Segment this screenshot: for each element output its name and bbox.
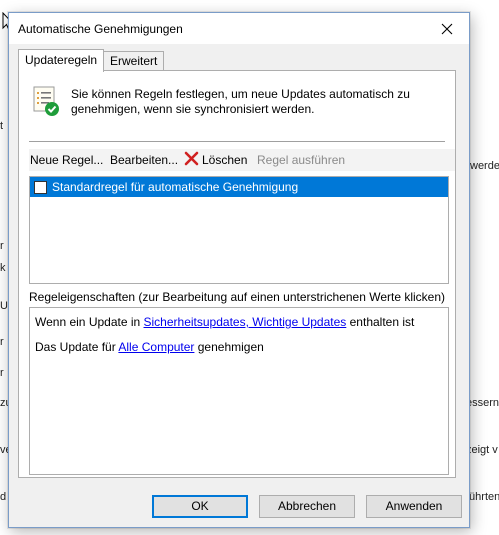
rule-enabled-checkbox[interactable] <box>34 181 47 194</box>
apply-button[interactable]: Anwenden <box>366 495 462 518</box>
rule-condition-line: Wenn ein Update in Sicherheitsupdates, W… <box>35 315 414 329</box>
background-text-fragment: U <box>0 300 8 312</box>
delete-icon <box>184 151 199 166</box>
info-text: Sie können Regeln festlegen, um neue Upd… <box>71 87 410 116</box>
dialog-title: Automatische Genehmigungen <box>18 22 183 36</box>
background-text-fragment: r <box>0 240 4 252</box>
update-classifications-link[interactable]: Sicherheitsupdates, Wichtige Updates <box>144 315 347 329</box>
rules-document-icon <box>33 86 59 116</box>
run-rule-button[interactable]: Regel ausführen <box>257 153 345 167</box>
title-bar: Automatische Genehmigungen <box>9 13 469 44</box>
background-text-fragment: werde <box>470 160 499 172</box>
new-rule-button[interactable]: Neue Regel... <box>30 153 103 167</box>
rule-list: Standardregel für automatische Genehmigu… <box>29 176 449 284</box>
list-item[interactable]: Standardregel für automatische Genehmigu… <box>30 177 448 197</box>
cancel-button[interactable]: Abbrechen <box>259 495 355 518</box>
edit-rule-button[interactable]: Bearbeiten... <box>110 153 178 167</box>
rules-toolbar: Neue Regel... Bearbeiten... Löschen Rege… <box>29 149 455 171</box>
rule-properties-label: Regeleigenschaften (zur Bearbeitung auf … <box>29 290 446 304</box>
background-text-fragment: essern <box>466 397 499 409</box>
background-text-fragment: r <box>0 367 4 379</box>
close-button[interactable] <box>425 13 469 44</box>
background-text-fragment: r <box>0 336 4 348</box>
ok-button[interactable]: OK <box>152 495 248 518</box>
tab-updateregeln[interactable]: Updateregeln <box>18 49 105 72</box>
condition-prefix: Wenn ein Update in <box>35 315 144 329</box>
computer-groups-link[interactable]: Alle Computer <box>118 340 194 354</box>
background-text-fragment: führten <box>466 491 499 503</box>
action-suffix: genehmigen <box>194 340 264 354</box>
background-text-fragment: zeigt v <box>466 444 498 456</box>
close-icon <box>441 23 453 34</box>
tab-erweitert[interactable]: Erweitert <box>103 51 165 71</box>
background-text-fragment: d <box>0 491 7 503</box>
separator <box>29 141 445 142</box>
delete-rule-button[interactable]: Löschen <box>202 153 247 167</box>
action-prefix: Das Update für <box>35 340 119 354</box>
background-text-fragment: t <box>0 120 4 132</box>
rule-properties-box: Wenn ein Update in Sicherheitsupdates, W… <box>29 307 449 475</box>
auto-approvals-dialog: Automatische Genehmigungen Updateregeln … <box>8 12 470 528</box>
rule-label: Standardregel für automatische Genehmigu… <box>52 180 299 194</box>
background-text-fragment: k <box>0 262 6 274</box>
tab-panel-updateregeln: Sie können Regeln festlegen, um neue Upd… <box>18 70 456 478</box>
condition-suffix: enthalten ist <box>346 315 415 329</box>
rule-action-line: Das Update für Alle Computer genehmigen <box>35 340 264 354</box>
